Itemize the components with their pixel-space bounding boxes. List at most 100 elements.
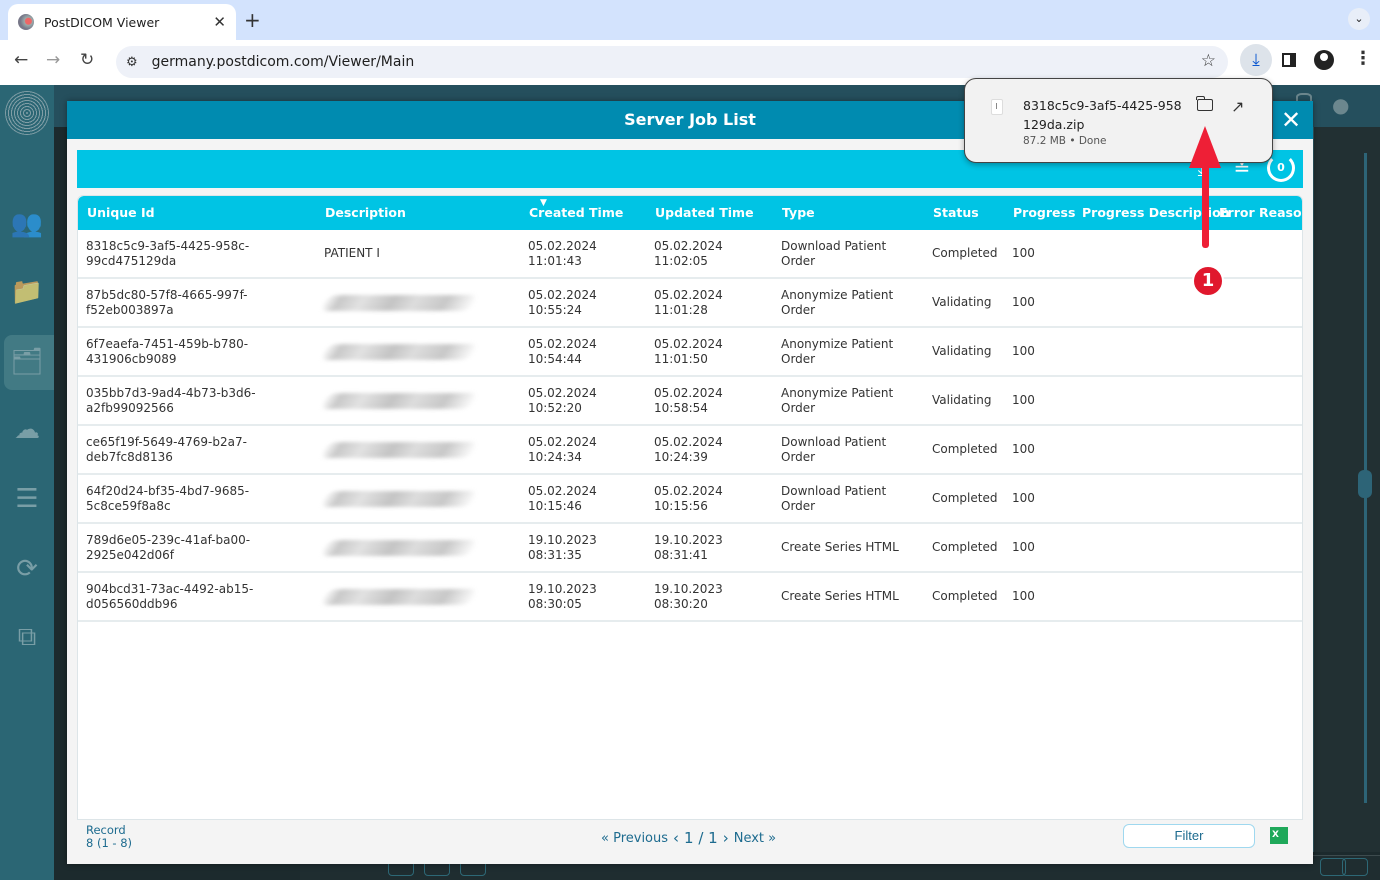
table-row[interactable]: 6f7eaefa-7451-459b-b780- 431906cb9089 05.0… (78, 328, 1302, 377)
cell-progress-text: 100 (1012, 344, 1035, 358)
table-row[interactable]: 789d6e05-239c-41af-ba00- 2925e042d06f 19.1… (78, 524, 1302, 573)
new-tab-button[interactable]: + (244, 8, 261, 32)
cell-status-text: Completed (932, 246, 998, 260)
cell-status: Validating (932, 377, 1012, 424)
excel-export-icon[interactable]: X (1270, 827, 1288, 844)
date: 05.02.2024 (654, 287, 723, 302)
cell-description (320, 328, 514, 375)
column-header-created-time[interactable]: Created Time (529, 196, 623, 230)
tab-close-icon[interactable]: ✕ (213, 13, 226, 31)
cell-description: PATIENT I (324, 230, 514, 277)
date: 05.02.2024 (654, 483, 723, 498)
cell-updated-time: 05.02.2024 11:02:05 (654, 230, 774, 277)
cell-unique-id-text: 789d6e05-239c-41af-ba00- 2925e042d06f (86, 532, 251, 562)
page-next-icon[interactable]: › (723, 829, 729, 847)
side-panel-icon[interactable] (1282, 53, 1296, 67)
cell-type: Download Patient Order (781, 475, 921, 522)
cell-unique-id-text: 87b5dc80-57f8-4665-997f-f52eb003897a (86, 287, 248, 317)
back-icon[interactable]: ← (14, 50, 28, 70)
page-prev-icon[interactable]: ‹ (673, 829, 679, 847)
cell-type-text: Create Series HTML (781, 540, 899, 554)
tab-search-icon[interactable]: ⌄ (1348, 8, 1370, 30)
column-header-progress[interactable]: Progress (1013, 196, 1075, 230)
close-icon[interactable]: ✕ (1281, 108, 1301, 132)
forward-icon[interactable]: → (46, 50, 60, 70)
browser-tab[interactable]: PostDICOM Viewer ✕ (8, 4, 236, 40)
browser-menu-icon[interactable]: ⋮ (1354, 48, 1372, 69)
cell-status: Completed (932, 573, 1012, 620)
filter-button[interactable]: Filter (1123, 824, 1255, 848)
date: 05.02.2024 (528, 385, 597, 400)
table-row[interactable]: 64f20d24-bf35-4bd7-9685- 5c8ce59f8a8c 05.0… (78, 475, 1302, 524)
cell-unique-id: 6f7eaefa-7451-459b-b780- 431906cb9089 (86, 328, 306, 375)
table-header: Unique Id Description ▼ Created Time Upd… (78, 196, 1302, 230)
cell-progress-text: 100 (1012, 393, 1035, 407)
bookmark-star-icon[interactable]: ☆ (1201, 51, 1216, 71)
time: 08:30:05 (528, 596, 582, 611)
cell-progress-description (1081, 230, 1211, 277)
cell-unique-id-text: 6f7eaefa-7451-459b-b780- 431906cb9089 (86, 336, 249, 366)
dialog-title: Server Job List (624, 110, 756, 129)
address-bar[interactable]: ⚙ germany.postdicom.com/Viewer/Main ☆ (116, 46, 1228, 78)
column-header-description[interactable]: Description (325, 196, 406, 230)
refresh-icon[interactable]: 0 (1267, 154, 1295, 182)
redacted-description (320, 441, 478, 458)
previous-page-button[interactable]: « Previous (601, 831, 668, 846)
profile-icon[interactable] (1314, 50, 1334, 70)
cell-unique-id: 64f20d24-bf35-4bd7-9685- 5c8ce59f8a8c (86, 475, 306, 522)
redacted-description (320, 343, 478, 360)
open-file-icon[interactable]: ↗ (1231, 97, 1244, 116)
cell-progress-text: 100 (1012, 442, 1035, 456)
cell-description-text: PATIENT I (324, 246, 380, 260)
cell-status: Validating (932, 328, 1012, 375)
cell-unique-id-text: 8318c5c9-3af5-4425-958c- 99cd475129da (86, 238, 250, 268)
time: 11:01:50 (654, 351, 708, 366)
pagination: « Previous ‹ 1 / 1 › Next » (601, 829, 776, 847)
cell-progress-description (1081, 279, 1211, 326)
downloads-icon[interactable]: ⤓ (1240, 44, 1272, 76)
show-in-folder-icon[interactable] (1196, 96, 1213, 111)
column-header-type[interactable]: Type (782, 196, 815, 230)
cell-updated-time: 05.02.2024 10:24:39 (654, 426, 774, 473)
site-settings-icon[interactable]: ⚙ (126, 55, 138, 70)
cell-progress-description (1081, 573, 1211, 620)
column-header-status[interactable]: Status (933, 196, 979, 230)
table-row[interactable]: 87b5dc80-57f8-4665-997f-f52eb003897a 05.0… (78, 279, 1302, 328)
table-row[interactable]: 8318c5c9-3af5-4425-958c- 99cd475129da PATI… (78, 230, 1302, 279)
cell-description (320, 377, 514, 424)
annotation-step-badge: 1 (1192, 265, 1224, 297)
column-header-unique-id[interactable]: Unique Id (87, 196, 155, 230)
cell-progress: 100 (1012, 230, 1072, 277)
cell-status-text: Validating (932, 393, 992, 407)
cell-status-text: Completed (932, 491, 998, 505)
redacted-description (320, 294, 478, 311)
cell-type: Anonymize Patient Order (781, 279, 921, 326)
date: 19.10.2023 (654, 532, 723, 547)
cell-progress-text: 100 (1012, 246, 1035, 260)
cell-unique-id: ce65f19f-5649-4769-b2a7- deb7fc8d8136 (86, 426, 306, 473)
cell-created-time: 05.02.2024 10:52:20 (528, 377, 648, 424)
column-header-updated-time[interactable]: Updated Time (655, 196, 754, 230)
column-header-error-reason[interactable]: Error Reason (1219, 196, 1302, 230)
cell-description (320, 524, 514, 571)
next-page-button[interactable]: Next » (734, 831, 776, 846)
cell-status-text: Completed (932, 442, 998, 456)
download-filename[interactable]: 8318c5c9-3af5-4425-958 129da.zip (1023, 96, 1193, 134)
time: 10:58:54 (654, 400, 708, 415)
url-text[interactable]: germany.postdicom.com/Viewer/Main (152, 54, 415, 70)
table-row[interactable]: ce65f19f-5649-4769-b2a7- deb7fc8d8136 05.0… (78, 426, 1302, 475)
table-row[interactable]: 904bcd31-73ac-4492-ab15- d056560ddb96 19.1… (78, 573, 1302, 622)
cell-updated-time: 05.02.2024 11:01:28 (654, 279, 774, 326)
cell-unique-id-text: 64f20d24-bf35-4bd7-9685- 5c8ce59f8a8c (86, 483, 250, 513)
cell-description (320, 279, 514, 326)
cell-updated-time: 05.02.2024 11:01:50 (654, 328, 774, 375)
date: 05.02.2024 (654, 385, 723, 400)
annotation-arrow (1202, 165, 1209, 248)
cell-progress: 100 (1012, 573, 1072, 620)
date: 05.02.2024 (654, 434, 723, 449)
table-row[interactable]: 035bb7d3-9ad4-4b73-b3d6- a2fb99092566 05.0… (78, 377, 1302, 426)
date: 05.02.2024 (654, 238, 723, 253)
reload-icon[interactable]: ↻ (80, 50, 94, 70)
cell-type: Create Series HTML (781, 524, 921, 571)
cell-progress-description (1081, 328, 1211, 375)
